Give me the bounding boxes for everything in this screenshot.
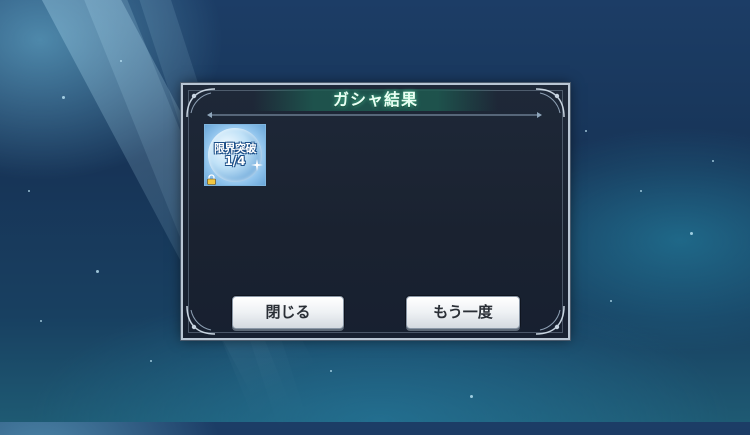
draw-again-button-label: もう一度 [433, 303, 493, 321]
background-sparkle [96, 270, 99, 273]
sparkle-icon [251, 159, 263, 171]
background-sparkle [120, 60, 122, 62]
close-button-label: 閉じる [265, 303, 311, 321]
close-button[interactable]: 閉じる [232, 296, 344, 329]
background-sparkle [610, 300, 612, 302]
title-banner: ガシャ結果 [253, 89, 498, 111]
background-sparkle [690, 232, 693, 235]
corner-ornament [535, 305, 565, 335]
corner-ornament [186, 305, 216, 335]
background-sparkle [585, 130, 587, 132]
background-sparkle [40, 320, 42, 322]
result-item-limit-break[interactable]: 限界突破 1/4 [204, 124, 266, 186]
background-sparkle [470, 395, 473, 398]
background-sparkle [640, 190, 642, 192]
background-sparkle [28, 190, 30, 192]
title-divider [207, 112, 542, 118]
draw-again-button[interactable]: もう一度 [406, 296, 520, 329]
lock-icon [207, 174, 216, 185]
background-sparkle [330, 370, 332, 372]
background-sparkle [150, 360, 152, 362]
background-sparkle [62, 96, 65, 99]
background-sparkle [712, 160, 714, 162]
gacha-result-dialog: ガシャ結果 限界突破 1/4 閉じる もう一度 [181, 83, 570, 340]
dialog-title: ガシャ結果 [332, 90, 418, 109]
